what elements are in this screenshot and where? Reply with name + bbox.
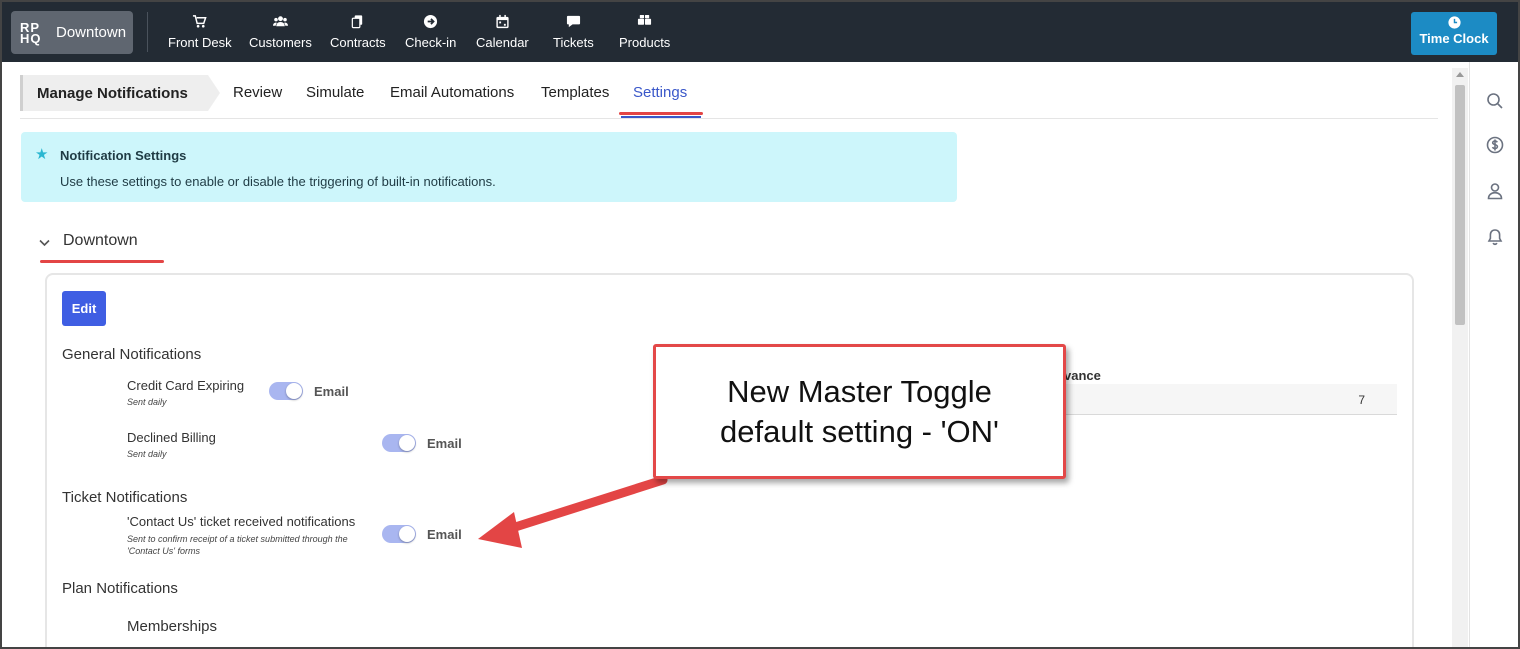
breadcrumb-arrow bbox=[208, 75, 220, 111]
nav-front-desk[interactable]: Front Desk bbox=[168, 14, 232, 50]
breadcrumb: Manage Notifications bbox=[20, 75, 208, 111]
nav-contracts[interactable]: Contracts bbox=[330, 14, 386, 50]
nav-calendar-label: Calendar bbox=[476, 35, 529, 50]
cart-icon bbox=[168, 14, 232, 32]
toggle-channel-label: Email bbox=[427, 527, 462, 542]
info-banner: ★ Notification Settings Use these settin… bbox=[21, 132, 957, 202]
nav-divider bbox=[147, 12, 148, 52]
dollar-icon[interactable] bbox=[1486, 136, 1504, 154]
notification-description: 'Contact Us' forms bbox=[127, 546, 200, 556]
vertical-scrollbar[interactable] bbox=[1452, 68, 1468, 647]
toggle-knob bbox=[286, 383, 302, 399]
email-toggle[interactable] bbox=[382, 434, 416, 452]
nav-tickets[interactable]: Tickets bbox=[553, 14, 594, 50]
toggle-knob bbox=[399, 435, 415, 451]
notification-name: Declined Billing bbox=[127, 430, 216, 445]
nav-products-label: Products bbox=[619, 35, 671, 50]
email-toggle[interactable] bbox=[382, 525, 416, 543]
scroll-thumb[interactable] bbox=[1455, 85, 1465, 325]
nav-products[interactable]: Products bbox=[619, 14, 670, 50]
active-tab-indicator bbox=[621, 116, 701, 118]
group-title-general: General Notifications bbox=[62, 346, 202, 363]
copy-icon bbox=[330, 14, 386, 32]
notification-tabs: Manage Notifications Review Simulate Ema… bbox=[20, 74, 1438, 119]
chat-icon bbox=[553, 14, 594, 32]
memberships-subheading: Memberships bbox=[127, 618, 218, 635]
nav-check-in-label: Check-in bbox=[405, 35, 457, 50]
annotation-underline-settings bbox=[619, 112, 703, 115]
location-name: Downtown bbox=[56, 24, 127, 41]
group-title-plan: Plan Notifications bbox=[62, 580, 178, 597]
notification-name: 'Contact Us' ticket received notificatio… bbox=[127, 514, 356, 529]
tab-simulate[interactable]: Simulate bbox=[306, 84, 364, 101]
group-title-ticket: Ticket Notifications bbox=[62, 489, 188, 506]
right-sidebar bbox=[1469, 62, 1518, 647]
users-icon bbox=[249, 14, 312, 32]
calendar-icon bbox=[476, 14, 529, 32]
annotation-underline-downtown bbox=[40, 260, 164, 263]
table-cell-value: 7 bbox=[1358, 393, 1365, 407]
nav-customers[interactable]: Customers bbox=[249, 14, 312, 50]
info-text: Use these settings to enable or disable … bbox=[60, 174, 496, 189]
notification-frequency: Sent daily bbox=[127, 449, 167, 459]
app-window: RP HQ Downtown Front Desk Customers Contr… bbox=[0, 0, 1520, 649]
boxes-icon bbox=[619, 14, 670, 32]
nav-tickets-label: Tickets bbox=[553, 35, 594, 50]
tab-email-automations[interactable]: Email Automations bbox=[390, 84, 514, 101]
table-row: 7 bbox=[1064, 384, 1397, 415]
nav-front-desk-label: Front Desk bbox=[168, 35, 232, 50]
annotation-callout: New Master Toggle default setting - 'ON' bbox=[653, 344, 1066, 479]
email-toggle[interactable] bbox=[269, 382, 303, 400]
nav-check-in[interactable]: Check-in bbox=[405, 14, 456, 50]
tab-settings[interactable]: Settings bbox=[633, 84, 687, 101]
tab-templates[interactable]: Templates bbox=[541, 84, 609, 101]
top-navigation-bar: RP HQ Downtown Front Desk Customers Contr… bbox=[2, 2, 1518, 62]
nav-customers-label: Customers bbox=[249, 35, 312, 50]
brand-logo: RP HQ bbox=[20, 19, 42, 46]
time-clock-button[interactable]: Time Clock bbox=[1411, 12, 1497, 55]
chevron-down-icon[interactable] bbox=[39, 235, 50, 247]
callout-line-2: default setting - 'ON' bbox=[720, 413, 999, 449]
nav-calendar[interactable]: Calendar bbox=[476, 14, 529, 50]
toggle-knob bbox=[399, 526, 415, 542]
star-icon: ★ bbox=[35, 146, 49, 163]
tab-review[interactable]: Review bbox=[233, 84, 282, 101]
time-clock-label: Time Clock bbox=[1419, 31, 1489, 46]
toggle-channel-label: Email bbox=[314, 384, 349, 399]
clock-icon bbox=[1447, 16, 1461, 29]
notification-name: Credit Card Expiring bbox=[127, 378, 245, 393]
user-icon[interactable] bbox=[1486, 182, 1504, 200]
callout-text: New Master Toggle default setting - 'ON' bbox=[720, 372, 999, 452]
location-section-title[interactable]: Downtown bbox=[63, 232, 138, 250]
edit-button[interactable]: Edit bbox=[62, 291, 106, 326]
search-icon[interactable] bbox=[1486, 92, 1504, 110]
callout-line-1: New Master Toggle bbox=[727, 373, 992, 409]
bell-icon[interactable] bbox=[1486, 228, 1504, 246]
notification-frequency: Sent daily bbox=[127, 397, 167, 407]
location-switcher[interactable]: RP HQ Downtown bbox=[11, 11, 133, 54]
arrow-circle-icon bbox=[405, 14, 456, 32]
info-title: Notification Settings bbox=[60, 148, 187, 163]
table-header: vance bbox=[1064, 368, 1101, 383]
nav-contracts-label: Contracts bbox=[330, 35, 386, 50]
scroll-up-arrow[interactable] bbox=[1456, 72, 1464, 77]
toggle-channel-label: Email bbox=[427, 436, 462, 451]
